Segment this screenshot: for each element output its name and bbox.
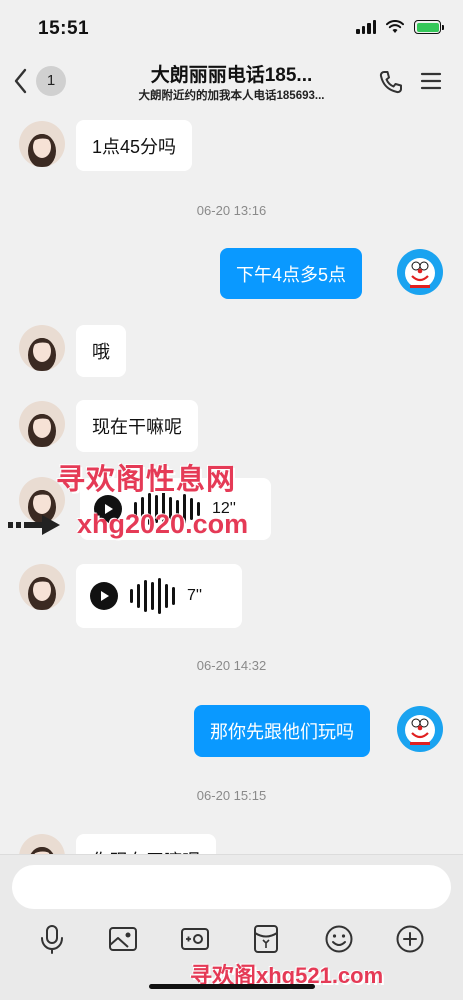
- message-timestamp: 06-20 15:15: [196, 788, 267, 803]
- message-bubble-outgoing[interactable]: 下午4点多5点: [220, 248, 363, 299]
- watermark-text: xhg2020.com: [77, 509, 249, 539]
- message-timestamp: 06-20 14:32: [196, 658, 267, 673]
- status-icons: [356, 20, 444, 34]
- chat-title: 大朗丽丽电话185...: [150, 65, 313, 86]
- status-bar: 15:51: [0, 0, 463, 56]
- message-bubble-incoming[interactable]: 你现在干嘛呢: [76, 834, 216, 854]
- photo-button[interactable]: [103, 919, 143, 959]
- waveform-icon: [130, 576, 175, 616]
- back-button[interactable]: 1: [12, 66, 66, 96]
- mic-icon: [41, 925, 63, 954]
- message-bubble-outgoing[interactable]: 那你先跟他们玩吗: [194, 705, 370, 757]
- home-indicator: [149, 984, 315, 989]
- chat-subtitle: 大朗附近约的加我本人电话185693...: [138, 90, 325, 102]
- voice-message[interactable]: 7'': [76, 564, 242, 628]
- image-icon: [109, 927, 137, 951]
- message-bubble-incoming[interactable]: 现在干嘛呢: [76, 400, 198, 452]
- phone-icon: [379, 71, 402, 94]
- camera-button[interactable]: [175, 919, 215, 959]
- voice-duration: 7'': [187, 587, 203, 604]
- chevron-left-icon: [14, 68, 27, 94]
- play-icon[interactable]: [90, 582, 118, 610]
- contact-avatar[interactable]: [19, 564, 65, 610]
- contact-avatar[interactable]: [19, 834, 65, 854]
- signal-icon: [356, 20, 376, 34]
- menu-icon: [420, 72, 442, 90]
- message-bubble-incoming[interactable]: 1点45分吗: [76, 120, 193, 171]
- red-packet-button[interactable]: [246, 919, 286, 959]
- message-timestamp: 06-20 13:16: [196, 203, 267, 218]
- unread-count-badge: 1: [36, 66, 66, 96]
- contact-avatar[interactable]: [19, 401, 65, 447]
- watermark-text: 寻欢阁性息网: [56, 464, 237, 496]
- arrow-right-icon: [8, 515, 60, 535]
- message-input[interactable]: [12, 865, 451, 909]
- emoji-icon: [325, 925, 353, 953]
- chat-header: 1 大朗丽丽电话185... 大朗附近约的加我本人电话185693...: [0, 56, 463, 112]
- more-menu-button[interactable]: [420, 70, 442, 97]
- status-time: 15:51: [38, 18, 90, 39]
- call-button[interactable]: [378, 69, 404, 100]
- wifi-icon: [386, 20, 404, 33]
- plus-icon: [396, 925, 424, 953]
- battery-charging-icon: [414, 20, 444, 34]
- voice-input-button[interactable]: [32, 919, 72, 959]
- red-packet-icon: [254, 925, 278, 953]
- contact-avatar[interactable]: [19, 325, 65, 371]
- message-bubble-incoming[interactable]: 哦: [76, 325, 126, 377]
- emoji-button[interactable]: [319, 919, 359, 959]
- camera-icon: [181, 928, 209, 950]
- more-actions-button[interactable]: [390, 919, 430, 959]
- my-avatar[interactable]: [397, 249, 443, 295]
- my-avatar[interactable]: [397, 706, 443, 752]
- contact-avatar[interactable]: [19, 121, 65, 167]
